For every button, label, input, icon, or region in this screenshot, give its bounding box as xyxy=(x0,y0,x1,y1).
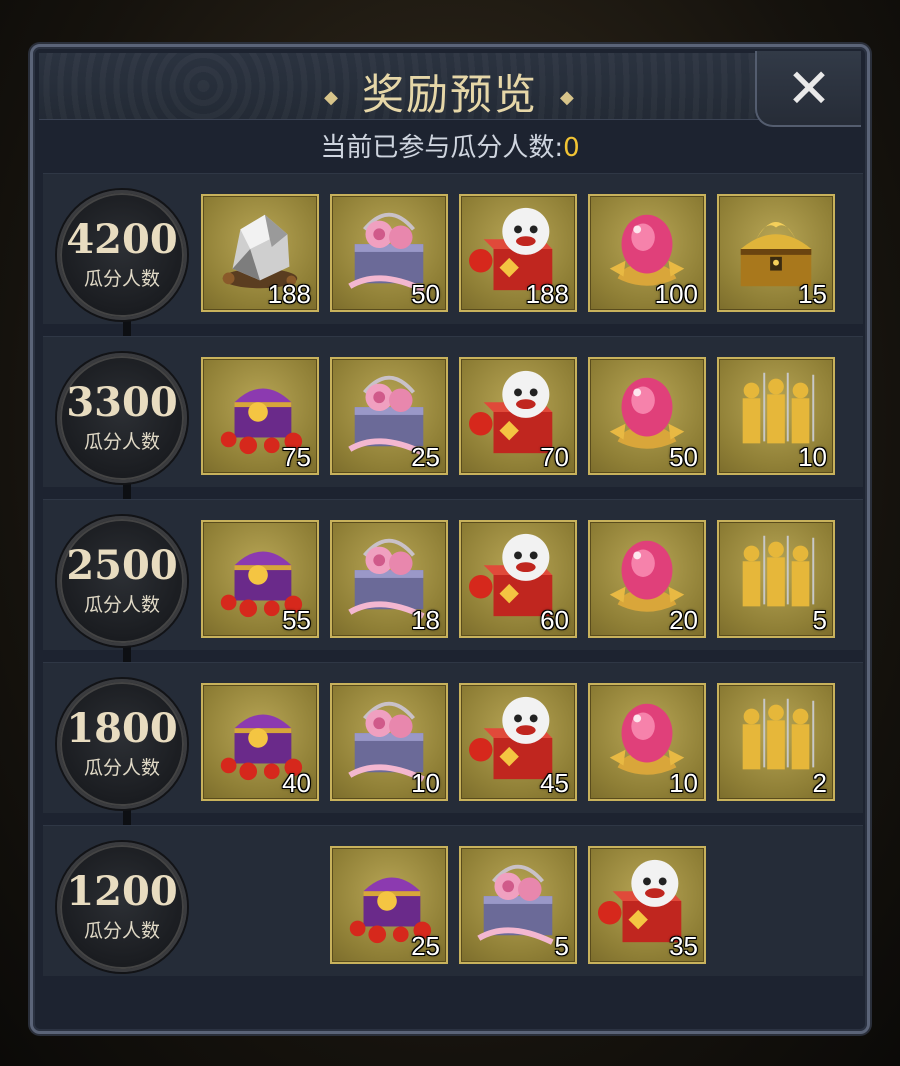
reward-slots: 55 18 60 20 5 xyxy=(201,520,846,638)
tier-threshold: 3300 xyxy=(66,378,178,426)
reward-quantity: 18 xyxy=(411,605,440,635)
reward-quantity: 188 xyxy=(267,279,311,309)
tier-row: 3300 瓜分人数 75 25 70 50 10 xyxy=(43,336,863,487)
tier-label: 瓜分人数 xyxy=(83,593,160,616)
reward-quantity: 55 xyxy=(282,605,311,635)
title-wrap: ◆ 奖励预览 ◆ xyxy=(39,61,861,122)
reward-item[interactable]: 188 xyxy=(201,194,319,312)
close-button[interactable]: ✕ xyxy=(755,51,861,127)
tier-label: 瓜分人数 xyxy=(83,267,160,290)
reward-preview-panel: ◆ 奖励预览 ◆ ✕ 当前已参与瓜分人数:0 4200 瓜分人数 188 50 188 100… xyxy=(30,44,870,1034)
reward-item[interactable]: 50 xyxy=(588,357,706,475)
reward-item[interactable]: 5 xyxy=(459,846,577,964)
tier-badge: 1200 瓜分人数 xyxy=(57,842,187,972)
reward-item[interactable]: 100 xyxy=(588,194,706,312)
participants-label: 当前已参与瓜分人数: xyxy=(320,133,564,163)
reward-item[interactable]: 45 xyxy=(459,683,577,801)
title-ornament-right: ◆ xyxy=(560,87,576,108)
tier-label: 瓜分人数 xyxy=(83,756,160,779)
reward-slots: 188 50 188 100 15 xyxy=(201,194,846,312)
reward-slots: 25 5 35 xyxy=(201,846,846,964)
reward-quantity: 60 xyxy=(540,605,569,635)
tier-row: 1200 瓜分人数 25 5 35 xyxy=(43,825,863,976)
reward-item[interactable]: 10 xyxy=(330,683,448,801)
reward-quantity: 10 xyxy=(669,768,698,798)
tier-threshold: 1800 xyxy=(66,704,178,752)
reward-item[interactable]: 50 xyxy=(330,194,448,312)
tier-row: 2500 瓜分人数 55 18 60 20 5 xyxy=(43,499,863,650)
tier-row: 1800 瓜分人数 40 10 45 10 2 xyxy=(43,662,863,813)
reward-item[interactable]: 60 xyxy=(459,520,577,638)
reward-quantity: 5 xyxy=(554,931,569,961)
reward-item[interactable]: 5 xyxy=(717,520,835,638)
reward-item[interactable]: 25 xyxy=(330,846,448,964)
reward-slots: 40 10 45 10 2 xyxy=(201,683,846,801)
reward-item[interactable]: 188 xyxy=(459,194,577,312)
reward-quantity: 10 xyxy=(798,442,827,472)
tier-row: 4200 瓜分人数 188 50 188 100 15 xyxy=(43,173,863,324)
reward-quantity: 188 xyxy=(525,279,569,309)
tier-badge: 3300 瓜分人数 xyxy=(57,353,187,483)
tier-threshold: 2500 xyxy=(66,541,178,589)
panel-header: ◆ 奖励预览 ◆ ✕ xyxy=(39,51,861,127)
reward-item[interactable]: 10 xyxy=(717,357,835,475)
reward-quantity: 70 xyxy=(540,442,569,472)
reward-quantity: 25 xyxy=(411,442,440,472)
tier-badge: 2500 瓜分人数 xyxy=(57,516,187,646)
reward-item[interactable]: 75 xyxy=(201,357,319,475)
reward-item[interactable]: 40 xyxy=(201,683,319,801)
reward-quantity: 15 xyxy=(798,279,827,309)
reward-quantity: 2 xyxy=(812,768,827,798)
reward-item[interactable]: 35 xyxy=(588,846,706,964)
reward-quantity: 10 xyxy=(411,768,440,798)
participants-line: 当前已参与瓜分人数:0 xyxy=(33,127,867,164)
reward-item[interactable]: 20 xyxy=(588,520,706,638)
empty-slot xyxy=(201,846,319,964)
tier-threshold: 4200 xyxy=(66,215,178,263)
tier-badge: 4200 瓜分人数 xyxy=(57,190,187,320)
reward-quantity: 5 xyxy=(812,605,827,635)
reward-item[interactable]: 2 xyxy=(717,683,835,801)
reward-slots: 75 25 70 50 10 xyxy=(201,357,846,475)
reward-quantity: 40 xyxy=(282,768,311,798)
reward-item[interactable]: 15 xyxy=(717,194,835,312)
reward-item[interactable]: 25 xyxy=(330,357,448,475)
panel-title: 奖励预览 xyxy=(361,70,538,119)
reward-item[interactable]: 70 xyxy=(459,357,577,475)
reward-quantity: 50 xyxy=(669,442,698,472)
tier-threshold: 1200 xyxy=(66,867,178,915)
reward-quantity: 100 xyxy=(654,279,698,309)
reward-quantity: 35 xyxy=(669,931,698,961)
reward-item[interactable]: 55 xyxy=(201,520,319,638)
reward-item[interactable]: 10 xyxy=(588,683,706,801)
tier-list: 4200 瓜分人数 188 50 188 100 15 3300 瓜分人数 75 25 70 50 10 2… xyxy=(43,173,863,988)
tier-badge: 1800 瓜分人数 xyxy=(57,679,187,809)
empty-slot xyxy=(717,846,835,964)
participants-count: 0 xyxy=(563,133,580,163)
reward-quantity: 45 xyxy=(540,768,569,798)
close-icon: ✕ xyxy=(786,56,832,120)
title-ornament-left: ◆ xyxy=(324,87,340,108)
reward-quantity: 20 xyxy=(669,605,698,635)
reward-quantity: 75 xyxy=(282,442,311,472)
tier-label: 瓜分人数 xyxy=(83,430,160,453)
reward-item[interactable]: 18 xyxy=(330,520,448,638)
reward-quantity: 25 xyxy=(411,931,440,961)
reward-quantity: 50 xyxy=(411,279,440,309)
tier-label: 瓜分人数 xyxy=(83,919,160,942)
